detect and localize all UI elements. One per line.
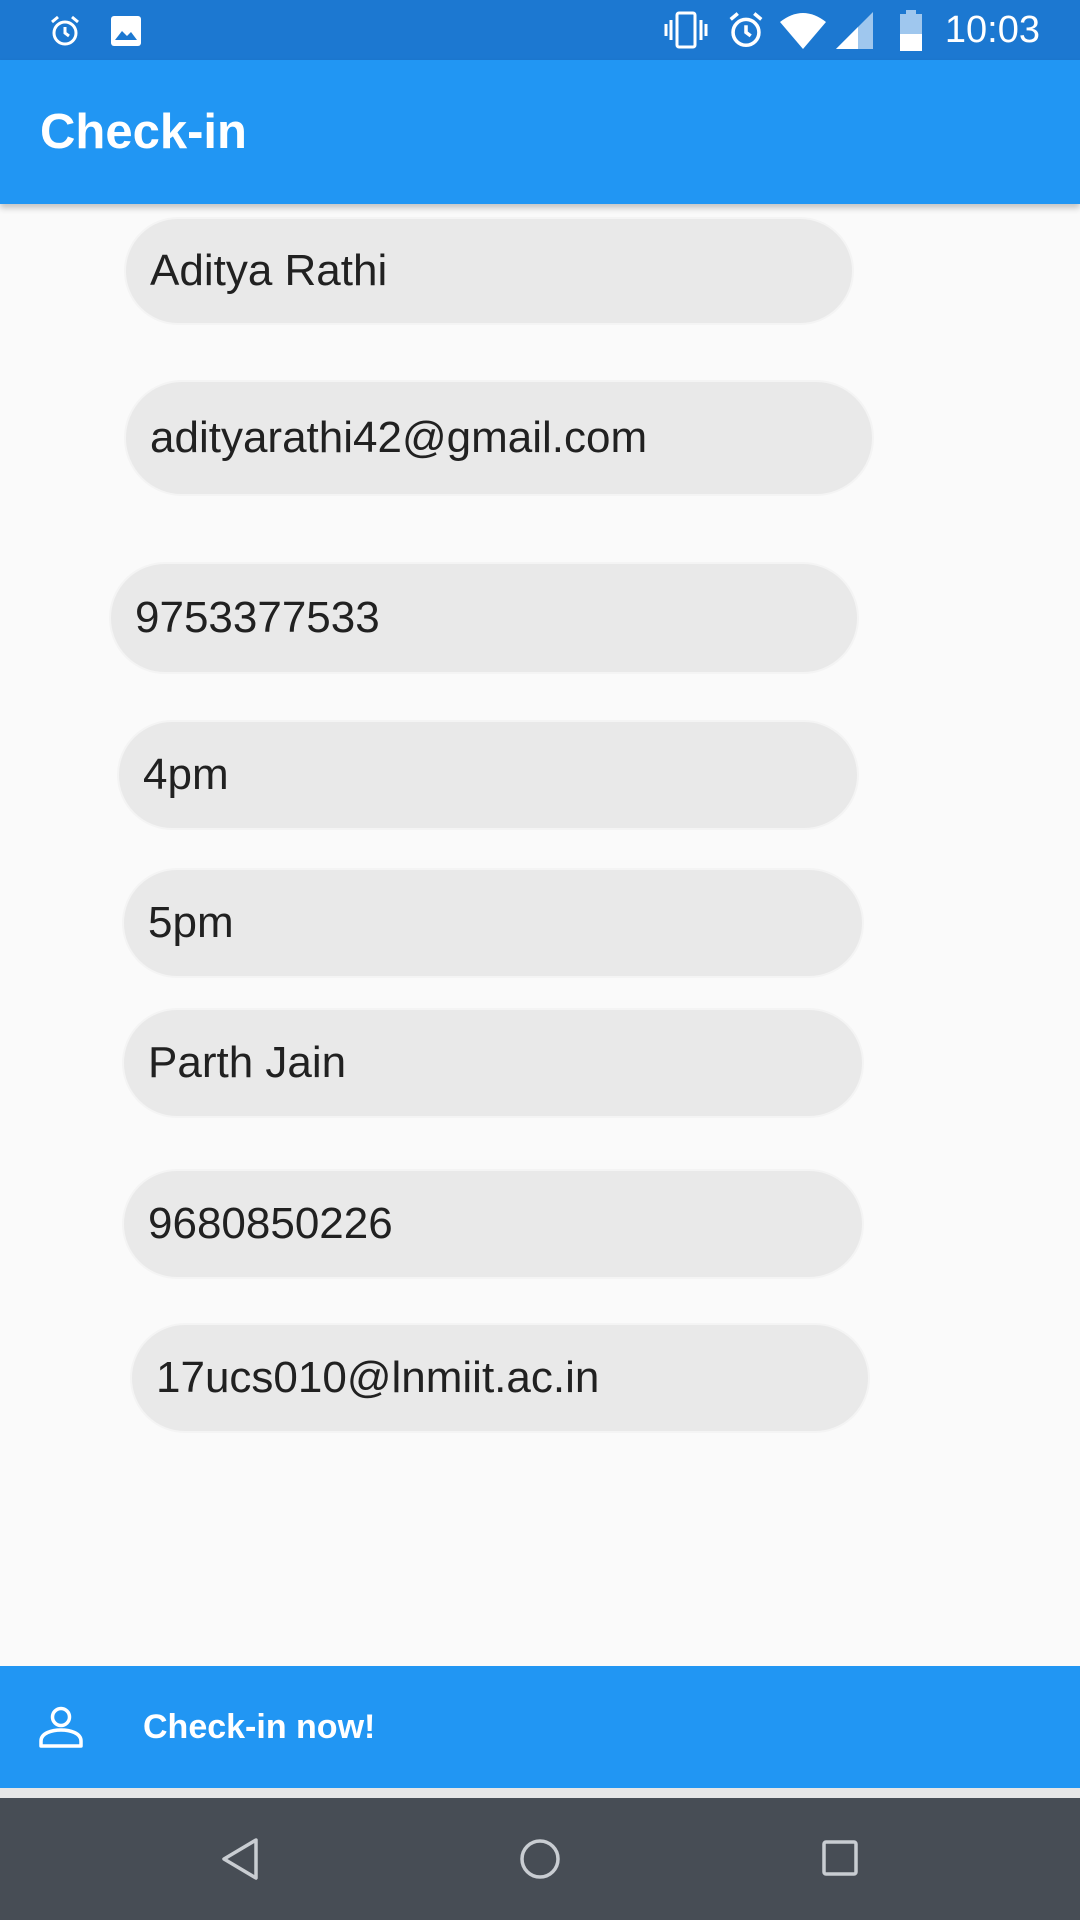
contact-phone-field-value: 9680850226 [148, 1199, 393, 1248]
cellular-signal-icon [836, 12, 873, 49]
start-time-field-value: 4pm [143, 750, 229, 799]
alarm-icon [729, 12, 763, 48]
start-time-field[interactable]: 4pm [117, 720, 859, 830]
checkin-button[interactable]: Check-in now! [0, 1666, 1080, 1788]
wifi-icon [780, 13, 826, 49]
email-field-value: adityarathi42@gmail.com [150, 413, 648, 462]
image-icon [111, 16, 141, 46]
alarm-icon [51, 15, 79, 46]
email-field[interactable]: adityarathi42@gmail.com [124, 380, 874, 496]
checkin-button-label: Check-in now! [143, 1708, 376, 1746]
app-bar: Check-in [0, 60, 1080, 204]
person-icon [39, 1706, 83, 1748]
phone-field[interactable]: 9753377533 [109, 562, 859, 674]
end-time-field[interactable]: 5pm [122, 868, 864, 978]
contact-phone-field[interactable]: 9680850226 [122, 1169, 864, 1279]
home-icon[interactable] [518, 1837, 562, 1881]
battery-icon [900, 10, 922, 51]
phone-field-value: 9753377533 [135, 593, 380, 642]
contact-name-field[interactable]: Parth Jain [122, 1008, 864, 1118]
recents-icon[interactable] [820, 1838, 860, 1878]
divider [0, 1788, 1080, 1798]
name-field-value: Aditya Rathi [150, 246, 388, 295]
end-time-field-value: 5pm [148, 898, 234, 947]
page-title: Check-in [40, 105, 247, 159]
navigation-bar [0, 1798, 1080, 1920]
contact-name-field-value: Parth Jain [148, 1038, 347, 1087]
vibrate-icon [664, 11, 708, 49]
contact-email-field-value: 17ucs010@lnmiit.ac.in [156, 1353, 600, 1402]
status-bar: 10:03 [0, 0, 1080, 60]
name-field[interactable]: Aditya Rathi [124, 217, 854, 325]
status-time: 10:03 [944, 9, 1040, 51]
back-icon[interactable] [220, 1837, 260, 1881]
contact-email-field[interactable]: 17ucs010@lnmiit.ac.in [130, 1323, 870, 1433]
